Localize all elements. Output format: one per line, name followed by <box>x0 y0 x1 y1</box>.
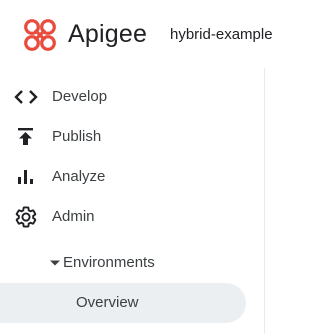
nav-label-overview: Overview <box>76 294 139 311</box>
bar-chart-icon <box>18 170 33 184</box>
nav-label-admin: Admin <box>52 208 95 225</box>
app-title: Apigee <box>68 20 148 48</box>
nav-item-overview[interactable]: Overview <box>0 283 246 323</box>
nav-label-environments: Environments <box>63 254 155 271</box>
sidebar-divider <box>264 68 265 334</box>
code-icon <box>14 90 38 104</box>
app-header: Apigee hybrid-example <box>0 0 276 69</box>
nav-item-publish[interactable]: Publish <box>0 117 264 157</box>
nav-label-develop: Develop <box>52 88 108 105</box>
apigee-logo-icon[interactable] <box>22 17 58 53</box>
nav-label-publish: Publish <box>52 128 102 145</box>
nav-item-develop[interactable]: Develop <box>0 77 264 117</box>
nav-label-analyze: Analyze <box>52 168 106 185</box>
caret-down-icon <box>50 260 60 266</box>
gear-icon <box>15 206 37 228</box>
publish-icon <box>18 128 33 145</box>
project-selector[interactable]: hybrid-example <box>170 25 273 45</box>
nav-item-environments[interactable]: Environments <box>0 245 264 281</box>
nav-item-admin[interactable]: Admin <box>0 197 264 237</box>
nav-item-analyze[interactable]: Analyze <box>0 157 264 197</box>
